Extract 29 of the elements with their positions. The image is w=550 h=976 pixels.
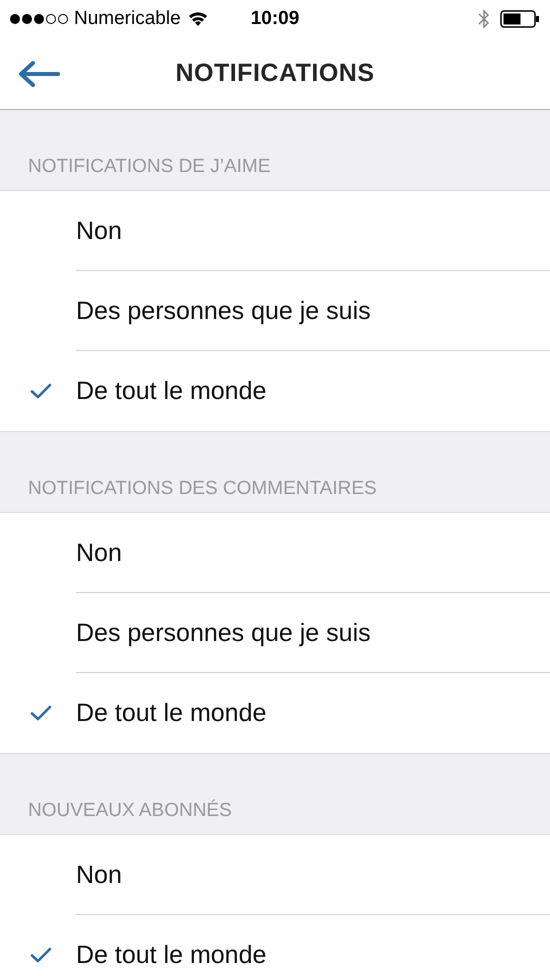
- option-row[interactable]: Des personnes que je suis: [0, 593, 550, 673]
- checkmark-icon: [30, 383, 52, 399]
- bluetooth-icon: [478, 9, 490, 29]
- screen-title: NOTIFICATIONS: [175, 59, 375, 88]
- option-label: Des personnes que je suis: [76, 296, 371, 326]
- option-row[interactable]: De tout le monde: [0, 351, 550, 431]
- section-header: NOTIFICATIONS DES COMMENTAIRES: [28, 478, 377, 500]
- option-row[interactable]: Des personnes que je suis: [0, 271, 550, 351]
- carrier-name: Numericable: [74, 8, 181, 30]
- option-label: Non: [76, 538, 122, 568]
- checkmark-icon: [30, 947, 52, 963]
- back-arrow-icon: [18, 60, 60, 88]
- battery-icon: [500, 10, 540, 28]
- wifi-icon: [186, 11, 209, 27]
- clock-time: 10:09: [250, 8, 300, 30]
- option-label: De tout le monde: [76, 940, 266, 970]
- option-label: Des personnes que je suis: [76, 618, 371, 648]
- option-row[interactable]: Non: [0, 191, 550, 271]
- checkmark-icon: [30, 705, 52, 721]
- option-label: De tout le monde: [76, 376, 266, 406]
- option-row[interactable]: De tout le monde: [0, 673, 550, 753]
- option-label: Non: [76, 860, 122, 890]
- signal-icon: [10, 14, 68, 24]
- option-row[interactable]: Non: [0, 835, 550, 915]
- section-header: NOTIFICATIONS DE J’AIME: [28, 156, 270, 178]
- option-row[interactable]: Non: [0, 513, 550, 593]
- option-label: De tout le monde: [76, 698, 266, 728]
- section-header: NOUVEAUX ABONNÉS: [28, 800, 232, 822]
- option-label: Non: [76, 216, 122, 246]
